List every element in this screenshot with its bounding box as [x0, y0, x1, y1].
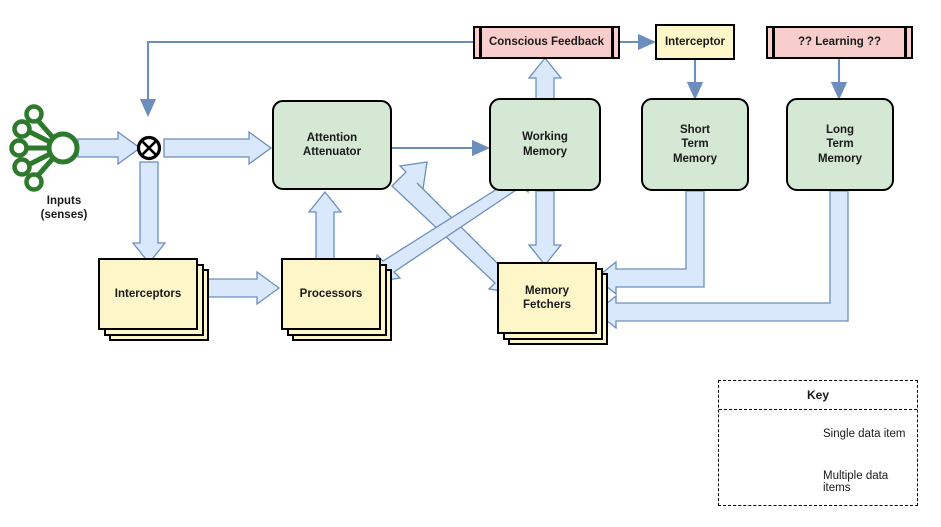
node-memory-fetchers-stack[interactable]: Memory Fetchers — [497, 262, 608, 345]
node-short-term-memory-line1: Short — [679, 124, 710, 137]
arrow-junction-to-interceptors — [131, 161, 167, 265]
node-learning-label: ?? Learning ?? — [797, 36, 882, 49]
memory-fetchers-stack-layer-1: Memory Fetchers — [497, 262, 597, 334]
node-conscious-feedback[interactable]: Conscious Feedback — [473, 26, 620, 59]
node-attention-attenuator-line2: Attenuator — [302, 146, 362, 158]
node-short-term-memory-line2: Term — [681, 138, 709, 151]
inputs-caption: Inputs (senses) — [6, 194, 122, 223]
node-long-term-memory-line2: Term — [826, 138, 854, 151]
node-interceptors-stack[interactable]: Interceptors — [98, 258, 209, 341]
arrow-inputs-to-junction — [77, 130, 142, 166]
node-attention-attenuator-line1: Attention — [306, 131, 358, 144]
node-working-memory-line1: Working — [522, 131, 568, 144]
inputs-caption-line1: Inputs — [46, 195, 82, 207]
node-short-term-memory-line3: Memory — [672, 152, 718, 165]
key-title-label: Key — [806, 388, 829, 402]
key-label-single: Single data item — [823, 428, 906, 440]
arrow-junction-to-attenuator — [163, 130, 273, 166]
node-short-term-memory[interactable]: Short Term Memory — [641, 98, 749, 191]
diagram-canvas: Inputs (senses) Conscious Feedback Inter… — [0, 0, 941, 527]
arrow-workingmemory-to-consciousfeedback — [527, 56, 563, 100]
key-row-single: Single data item — [719, 410, 917, 458]
arrow-shortterm-to-memoryfetchers — [594, 190, 705, 296]
node-long-term-memory[interactable]: Long Term Memory — [786, 98, 894, 191]
node-interceptors-label: Interceptors — [114, 287, 182, 300]
node-learning[interactable]: ?? Learning ?? — [766, 26, 913, 59]
node-attention-attenuator[interactable]: Attention Attenuator — [272, 100, 392, 190]
node-long-term-memory-line1: Long — [825, 124, 855, 137]
arrow-longterm-to-memoryfetchers — [594, 190, 849, 330]
arrow-processors-to-attenuator — [307, 190, 343, 264]
arrow-workingmemory-to-memoryfetchers — [527, 190, 563, 267]
node-working-memory-line2: Memory — [522, 145, 568, 158]
sensor-hub-icon — [9, 104, 80, 192]
crossed-circle-icon — [136, 135, 162, 161]
node-processors-label: Processors — [299, 287, 363, 300]
key-legend: Key Single data item Multiple data items — [718, 380, 918, 506]
node-memory-fetchers-line2: Fetchers — [523, 299, 571, 311]
node-long-term-memory-line3: Memory — [817, 152, 863, 165]
key-row-multiple: Multiple data items — [719, 458, 917, 506]
processors-stack-layer-1: Processors — [281, 258, 381, 330]
node-conscious-feedback-label: Conscious Feedback — [488, 36, 605, 49]
inputs-caption-line2: (senses) — [40, 209, 88, 222]
node-working-memory[interactable]: Working Memory — [489, 98, 601, 191]
node-interceptor-label: Interceptor — [664, 35, 726, 48]
node-memory-fetchers-line1: Memory — [524, 284, 570, 297]
key-title: Key — [719, 381, 917, 410]
node-processors-stack[interactable]: Processors — [281, 258, 392, 341]
key-label-multiple: Multiple data items — [823, 470, 889, 494]
node-interceptor[interactable]: Interceptor — [655, 24, 735, 60]
interceptors-stack-layer-1: Interceptors — [98, 258, 198, 330]
